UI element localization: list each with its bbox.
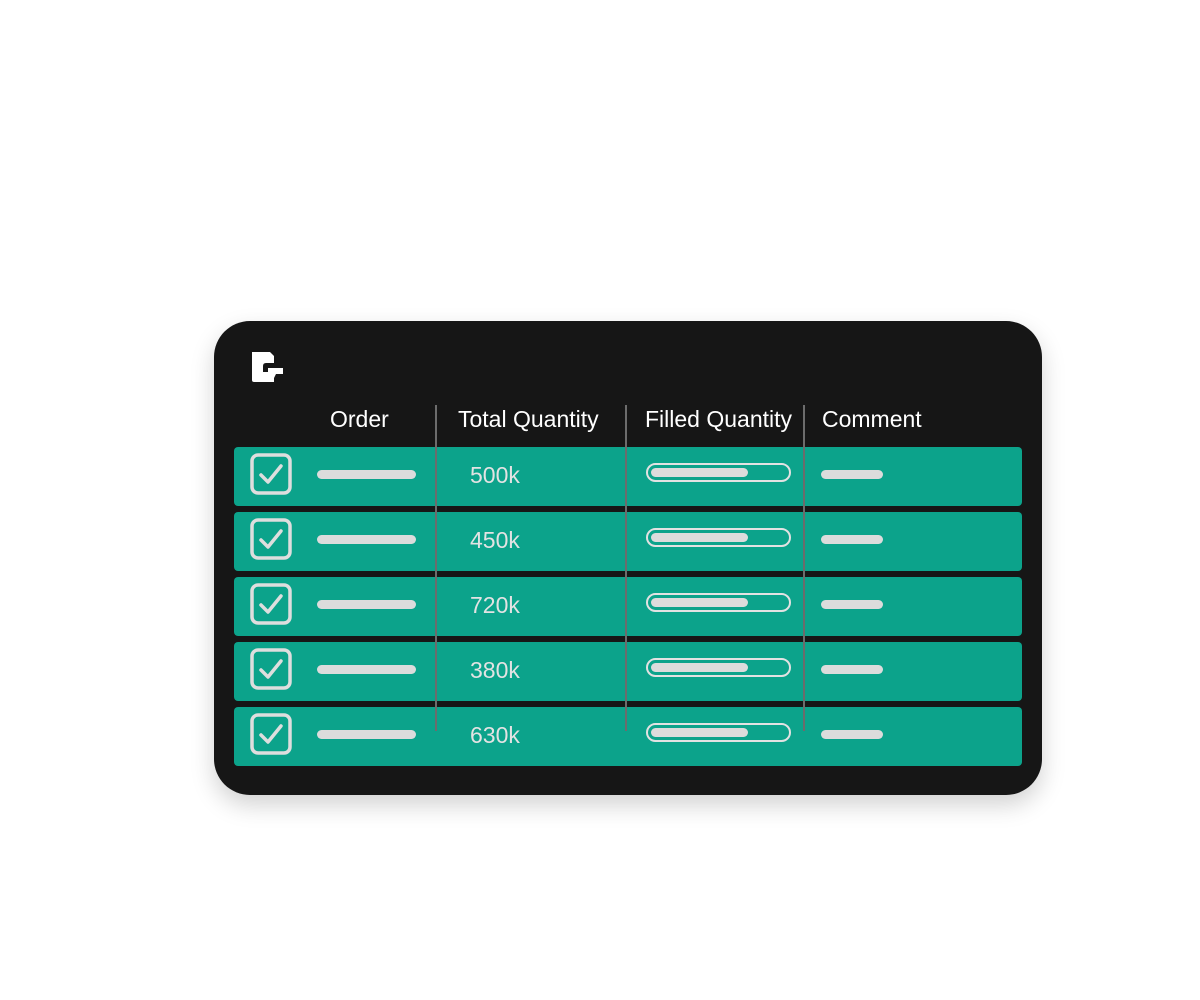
total-quantity-value: 720k: [470, 592, 520, 618]
comment-placeholder-bar: [821, 470, 883, 479]
filled-quantity-progress: [646, 658, 791, 677]
table-row[interactable]: 500k: [234, 447, 1022, 506]
table-row[interactable]: 720k: [234, 577, 1022, 636]
filled-quantity-progress-fill: [651, 598, 748, 607]
column-header-total-quantity[interactable]: Total Quantity: [458, 405, 599, 433]
column-divider[interactable]: [625, 405, 627, 731]
filled-quantity-progress-fill: [651, 533, 748, 542]
checkbox-checked-icon[interactable]: [250, 713, 292, 755]
filled-quantity-progress: [646, 723, 791, 742]
column-header-comment[interactable]: Comment: [822, 405, 922, 433]
table-row[interactable]: 450k: [234, 512, 1022, 571]
filled-quantity-progress: [646, 528, 791, 547]
filled-quantity-progress-fill: [651, 728, 748, 737]
checkbox-checked-icon[interactable]: [250, 583, 292, 625]
orders-card: Order Total Quantity Filled Quantity Com…: [214, 321, 1042, 795]
filled-quantity-progress: [646, 593, 791, 612]
filled-quantity-progress-fill: [651, 468, 748, 477]
column-header-filled-quantity[interactable]: Filled Quantity: [645, 405, 792, 433]
filled-quantity-progress: [646, 463, 791, 482]
app-logo-icon: [252, 352, 283, 382]
comment-placeholder-bar: [821, 665, 883, 674]
orders-table-body: 500k 450k 720k 380k 630k: [234, 447, 1022, 772]
column-divider[interactable]: [435, 405, 437, 731]
order-placeholder-bar: [317, 600, 416, 609]
order-placeholder-bar: [317, 470, 416, 479]
total-quantity-value: 380k: [470, 657, 520, 683]
total-quantity-value: 630k: [470, 722, 520, 748]
checkbox-checked-icon[interactable]: [250, 518, 292, 560]
total-quantity-value: 450k: [470, 527, 520, 553]
filled-quantity-progress-fill: [651, 663, 748, 672]
table-row[interactable]: 630k: [234, 707, 1022, 766]
comment-placeholder-bar: [821, 730, 883, 739]
order-placeholder-bar: [317, 665, 416, 674]
column-header-order[interactable]: Order: [330, 405, 389, 433]
checkbox-checked-icon[interactable]: [250, 453, 292, 495]
checkbox-checked-icon[interactable]: [250, 648, 292, 690]
table-row[interactable]: 380k: [234, 642, 1022, 701]
order-placeholder-bar: [317, 730, 416, 739]
comment-placeholder-bar: [821, 535, 883, 544]
column-divider[interactable]: [803, 405, 805, 731]
total-quantity-value: 500k: [470, 462, 520, 488]
order-placeholder-bar: [317, 535, 416, 544]
comment-placeholder-bar: [821, 600, 883, 609]
